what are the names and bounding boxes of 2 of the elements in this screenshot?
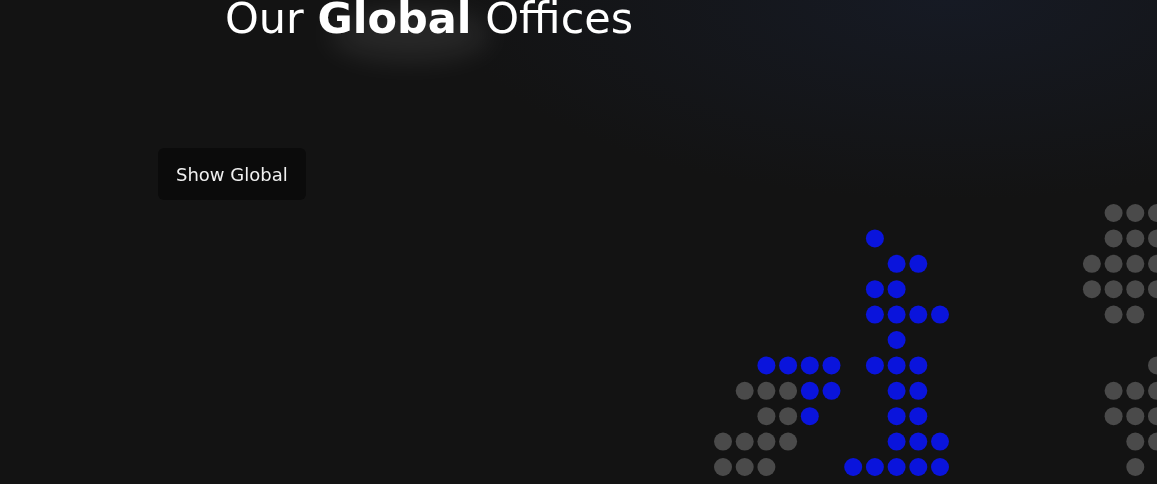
- section-heading: Our Global Offices: [225, 0, 634, 44]
- show-global-button[interactable]: Show Global: [158, 148, 306, 201]
